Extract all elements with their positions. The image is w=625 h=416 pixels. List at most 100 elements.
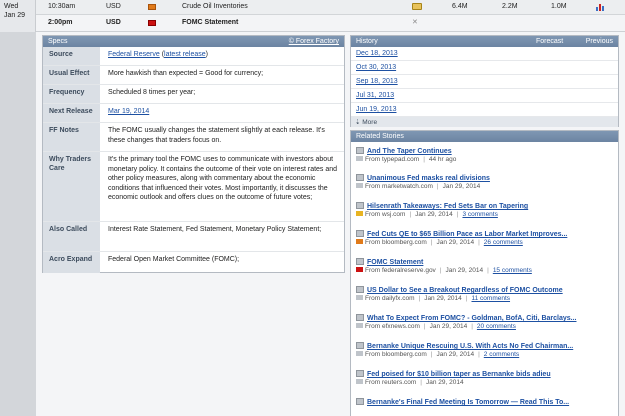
folder-icon[interactable] (412, 3, 422, 10)
event-detail-panel: Specs © Forex Factory Source Federal Res… (36, 32, 625, 416)
story-meta: From wsj.com | Jan 29, 2014 | 3 comments (356, 211, 498, 218)
story-title-link[interactable]: Fed Cuts QE to $65 Billion Pace as Labor… (367, 231, 567, 238)
story-title-row: Unanimous Fed masks real divisions (356, 174, 490, 182)
separator: | (439, 267, 442, 274)
history-row: Dec 18, 2013 (351, 47, 618, 61)
separator: | (409, 211, 412, 218)
spec-label: Acro Expand (43, 252, 100, 273)
news-icon (356, 258, 364, 265)
news-icon (356, 342, 364, 349)
story-comments-link[interactable]: 11 comments (471, 295, 510, 302)
source-icon (356, 183, 363, 188)
related-title: Related Stories (356, 133, 404, 140)
story-comments-link[interactable]: 3 comments (462, 211, 497, 218)
story-title-link[interactable]: Bernanke Unique Rescuing U.S. With Acts … (367, 343, 573, 350)
separator: | (420, 379, 422, 386)
event-row-fomc[interactable]: 2:00pm USD FOMC Statement ✕ (36, 15, 625, 32)
spec-row-also-called: Also Called Interest Rate Statement, Fed… (43, 222, 344, 252)
event-name: FOMC Statement (182, 19, 239, 26)
paren-close: ) (205, 51, 209, 58)
next-release-link[interactable]: Mar 19, 2014 (108, 108, 149, 115)
history-title: History (356, 38, 378, 45)
date-label: Jan 29 (4, 12, 26, 19)
news-icon (356, 147, 364, 154)
spec-row-ff-notes: FF Notes The FOMC usually changes the st… (43, 123, 344, 152)
separator: | (471, 323, 473, 330)
story-title-link[interactable]: Unanimous Fed masks real divisions (367, 175, 490, 182)
story-time: Jan 29, 2014 (442, 183, 481, 190)
story-comments-link[interactable]: 2 comments (484, 351, 519, 358)
history-date-link[interactable]: Oct 30, 2013 (356, 64, 396, 71)
news-icon (356, 370, 364, 377)
story-title-link[interactable]: US Dollar to See a Breakout Regardless o… (367, 287, 563, 294)
event-forecast: 2.2M (502, 3, 518, 10)
impact-high-icon (148, 20, 156, 26)
event-name: Crude Oil Inventories (182, 3, 248, 10)
specs-box: Specs © Forex Factory Source Federal Res… (42, 35, 345, 273)
story-title-link[interactable]: Hilsenrath Takeaways: Fed Sets Bar on Ta… (367, 203, 528, 210)
separator: | (430, 351, 433, 358)
story-title-row: Bernanke's Final Fed Meeting Is Tomorrow… (356, 398, 569, 406)
news-icon (356, 398, 364, 405)
story-title-link[interactable]: Bernanke's Final Fed Meeting Is Tomorrow… (367, 399, 569, 406)
close-icon[interactable]: ✕ (412, 18, 418, 26)
source-icon (356, 351, 363, 356)
history-date-link[interactable]: Jun 19, 2013 (356, 106, 396, 113)
separator: | (478, 351, 480, 358)
source-icon (356, 295, 363, 300)
story-time: Jan 29, 2014 (424, 295, 462, 302)
story-title-link[interactable]: What To Expect From FOMC? - Goldman, Bof… (367, 315, 577, 322)
story-time: Jan 29, 2014 (445, 267, 484, 274)
spec-label: Why Traders Care (43, 152, 100, 221)
more-button[interactable]: ⇣ More (351, 117, 618, 127)
federal-reserve-link[interactable]: Federal Reserve (108, 51, 160, 58)
news-icon (356, 286, 364, 293)
story-title-link[interactable]: Fed poised for $10 billion taper as Bern… (367, 371, 551, 378)
latest-release-link[interactable]: latest release (164, 51, 206, 58)
story-title-link[interactable]: And The Taper Continues (367, 148, 452, 155)
source-icon (356, 156, 363, 161)
history-date-link[interactable]: Sep 18, 2013 (356, 78, 398, 85)
separator: | (436, 183, 439, 190)
separator: | (430, 239, 433, 246)
calendar-strip: Wed Jan 29 10:30am USD Crude Oil Invento… (0, 0, 625, 32)
event-time: 10:30am (48, 3, 76, 10)
story-title-row: Fed poised for $10 billion taper as Bern… (356, 370, 551, 378)
spec-value: Federal Reserve (latest release) (108, 50, 338, 60)
story-comments-link[interactable]: 20 comments (477, 323, 516, 330)
spec-value: Interest Rate Statement, Fed Statement, … (108, 226, 322, 233)
story-title-row: FOMC Statement (356, 258, 423, 266)
source-icon (356, 379, 363, 384)
spec-value: The FOMC usually changes the statement s… (108, 127, 325, 144)
separator: | (465, 295, 468, 302)
story-comments-link[interactable]: 15 comments (493, 267, 532, 274)
story-title-row: And The Taper Continues (356, 147, 452, 155)
history-date-link[interactable]: Dec 18, 2013 (356, 50, 398, 57)
forecast-column-header: Forecast (536, 38, 564, 45)
spec-value: More hawkish than expected = Good for cu… (108, 70, 264, 77)
story-meta: From dailyfx.com | Jan 29, 2014 | 11 comment… (356, 295, 510, 302)
story-time: Jan 29, 2014 (426, 379, 464, 386)
news-icon (356, 174, 364, 181)
history-date-link[interactable]: Jul 31, 2013 (356, 92, 394, 99)
source-icon (356, 323, 363, 328)
story-meta: From reuters.com | Jan 29, 2014 (356, 379, 464, 386)
history-row: Jul 31, 2013 (351, 89, 618, 103)
story-time: Jan 29, 2014 (436, 239, 475, 246)
separator: | (423, 323, 426, 330)
news-icon (356, 230, 364, 237)
history-header: History Forecast Previous (351, 36, 618, 47)
source-link[interactable]: © Forex Factory (289, 36, 339, 47)
news-icon (356, 202, 364, 209)
event-row-crude-oil[interactable]: 10:30am USD Crude Oil Inventories 6.4M 2… (36, 0, 625, 15)
chart-icon[interactable] (596, 3, 606, 11)
story-comments-link[interactable]: 26 comments (484, 239, 523, 246)
story-time: Jan 29, 2014 (429, 323, 468, 330)
story-source: From marketwatch.com (365, 183, 433, 190)
spec-value: It's the primary tool the FOMC uses to c… (108, 156, 338, 201)
story-source: From wsj.com (365, 211, 406, 218)
event-time: 2:00pm (48, 19, 73, 26)
story-title-link[interactable]: FOMC Statement (367, 259, 423, 266)
event-previous: 1.0M (551, 3, 567, 10)
event-currency: USD (106, 19, 121, 26)
